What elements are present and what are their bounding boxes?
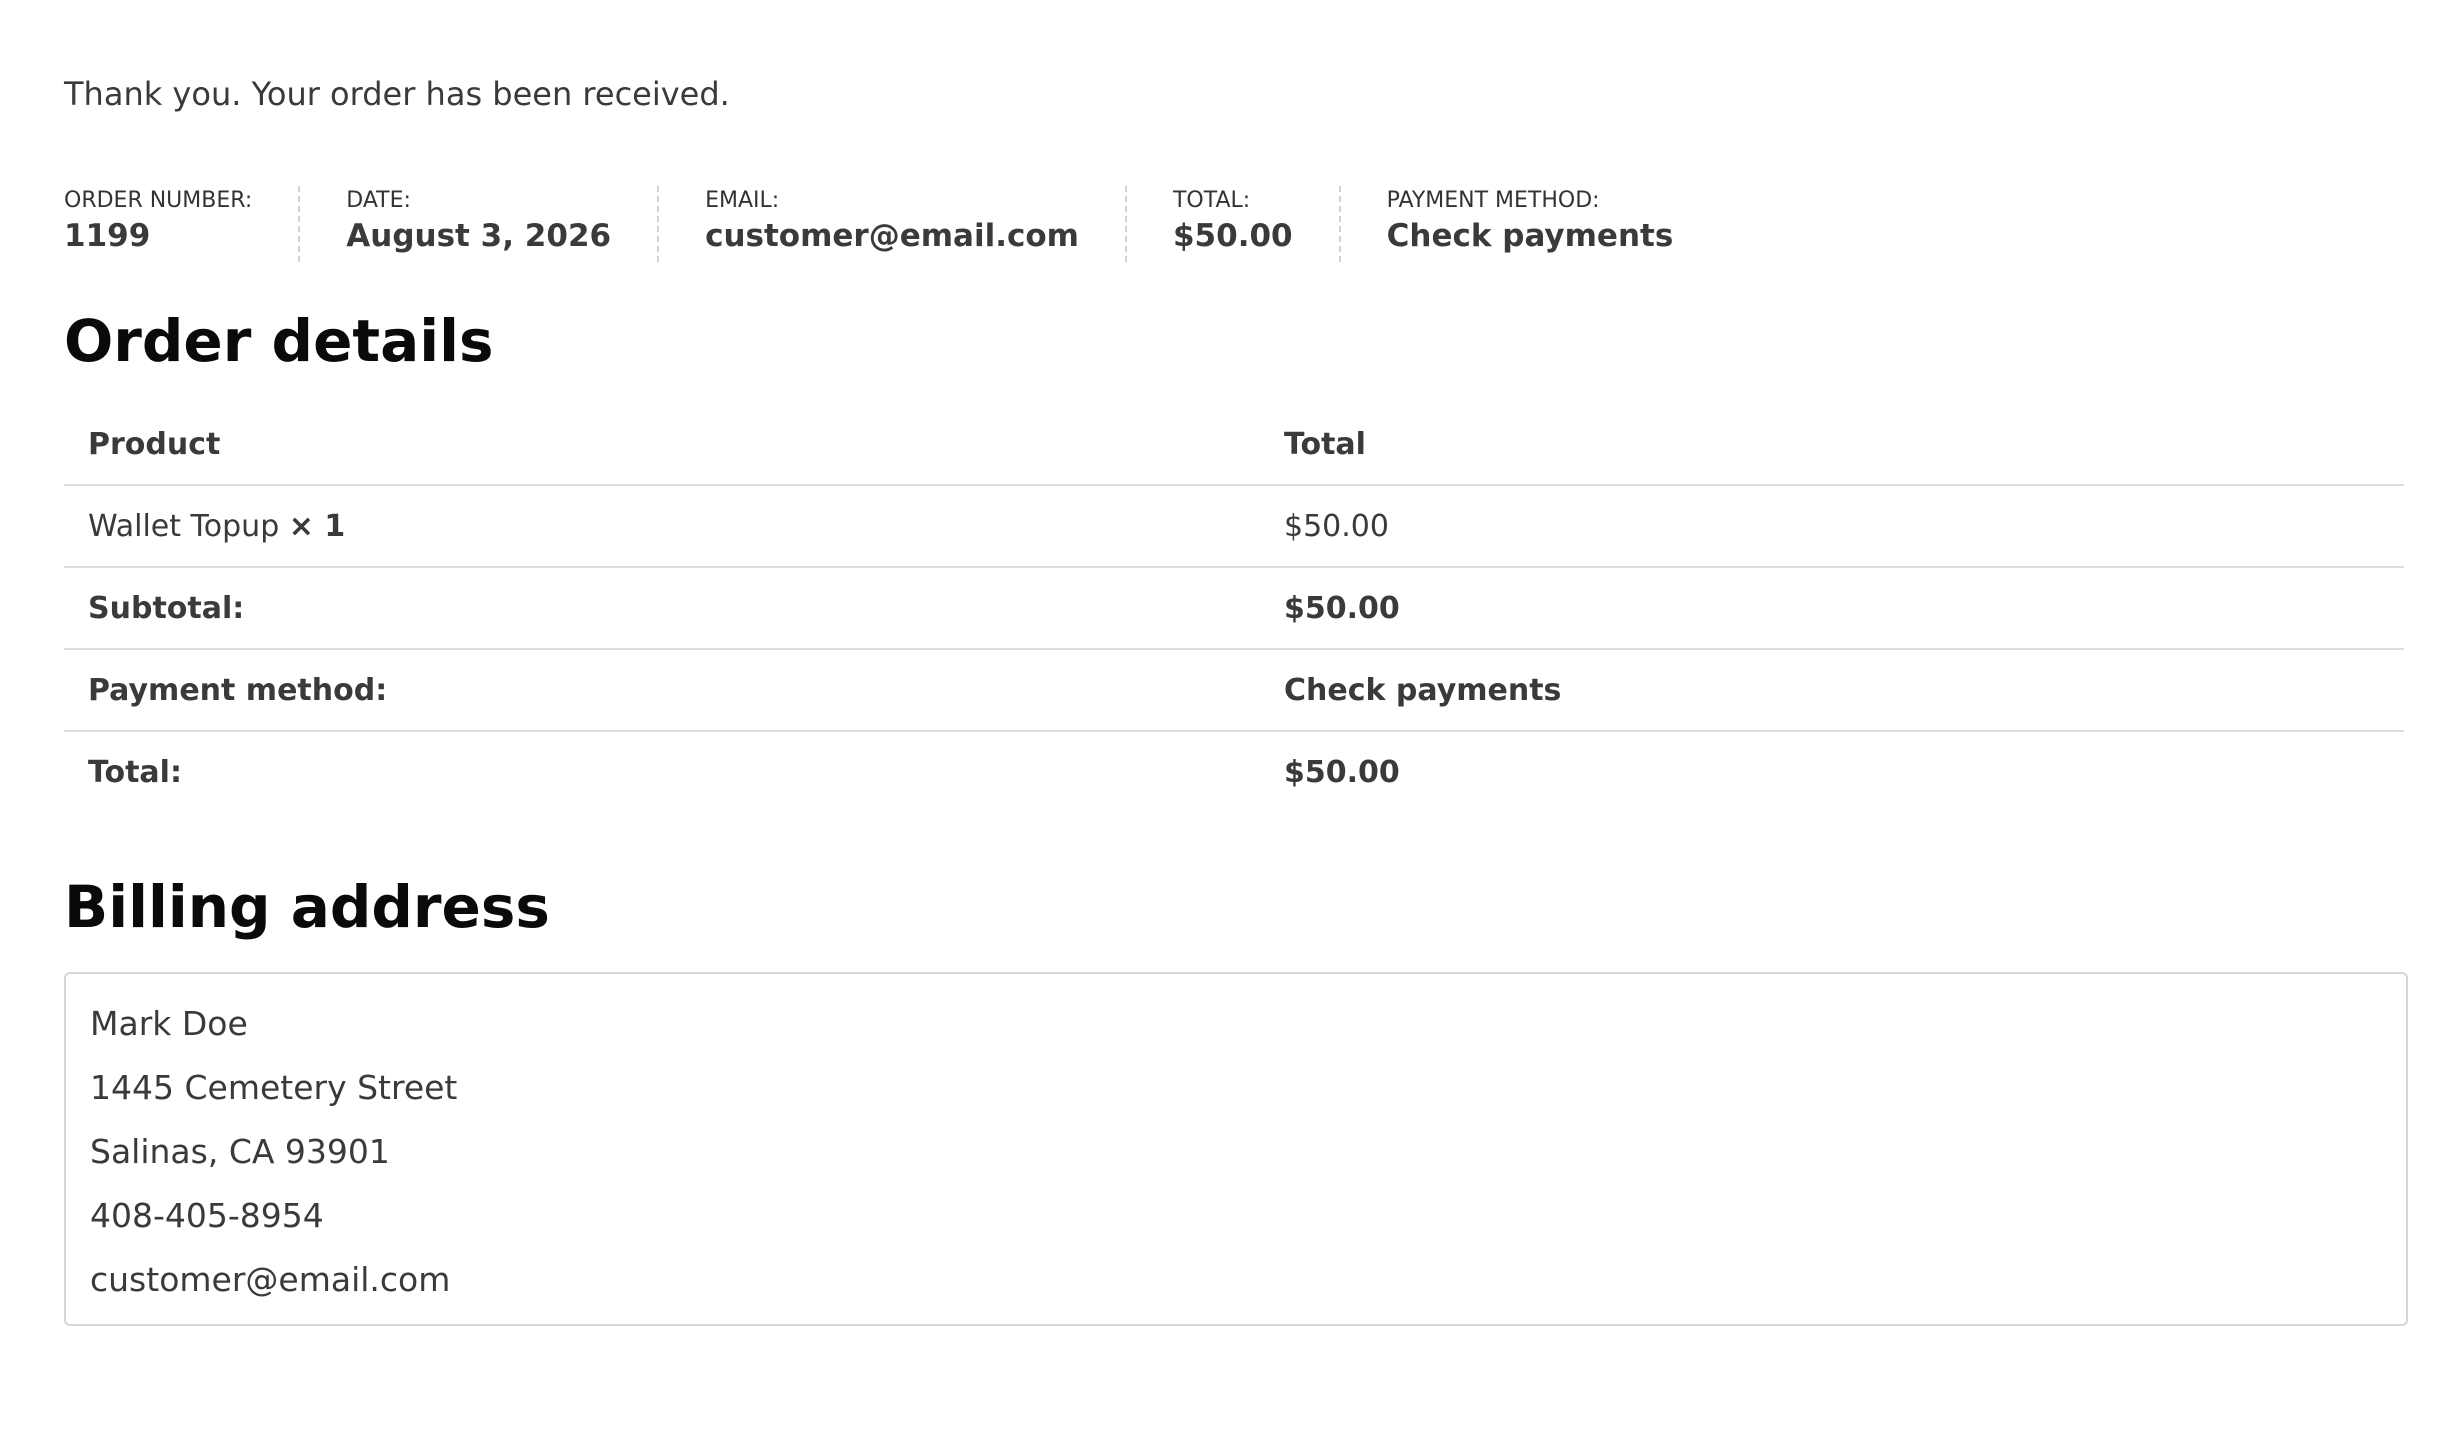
order-details-table: Product Total Wallet Topup × 1 $50.00 Su… bbox=[64, 404, 2404, 812]
subtotal-value: $50.00 bbox=[1260, 567, 2404, 650]
overview-total: TOTAL: $50.00 bbox=[1173, 186, 1341, 262]
overview-payment-method: PAYMENT METHOD: Check payments bbox=[1387, 186, 1674, 262]
totals-row-subtotal: Subtotal: $50.00 bbox=[64, 567, 2404, 650]
overview-date: DATE: August 3, 2026 bbox=[346, 186, 660, 262]
order-item-total: $50.00 bbox=[1260, 485, 2404, 568]
overview-email-value: customer@email.com bbox=[705, 218, 1079, 254]
order-table-header: Product Total bbox=[64, 404, 2404, 486]
billing-city-line: Salinas, CA 93901 bbox=[90, 1132, 390, 1171]
column-header-total: Total bbox=[1260, 404, 2404, 486]
overview-total-value: $50.00 bbox=[1172, 218, 1293, 254]
order-table-header-row: Product Total bbox=[64, 404, 2404, 486]
billing-address-heading: Billing address bbox=[64, 873, 550, 941]
billing-street: 1445 Cemetery Street bbox=[90, 1068, 458, 1107]
order-totals: Subtotal: $50.00 Payment method: Check p… bbox=[64, 567, 2404, 812]
overview-email: EMAIL: customer@email.com bbox=[705, 186, 1127, 262]
product-quantity: × 1 bbox=[288, 508, 346, 544]
overview-order-number-value: 1199 bbox=[64, 218, 151, 254]
order-received-notice: Thank you. Your order has been received. bbox=[64, 75, 730, 113]
overview-order-number: ORDER NUMBER: 1199 bbox=[64, 186, 301, 262]
column-header-product: Product bbox=[64, 404, 1260, 486]
overview-date-value: August 3, 2026 bbox=[346, 218, 612, 254]
overview-date-label: DATE: bbox=[346, 188, 411, 213]
order-item-product: Wallet Topup × 1 bbox=[64, 485, 1260, 568]
overview-email-label: EMAIL: bbox=[705, 188, 780, 213]
overview-total-label: TOTAL: bbox=[1172, 188, 1251, 213]
totals-row-payment-method: Payment method: Check payments bbox=[64, 649, 2404, 732]
order-overview: ORDER NUMBER: 1199 DATE: August 3, 2026 … bbox=[64, 186, 1673, 266]
payment-method-value: Check payments bbox=[1260, 649, 2404, 732]
order-item-row: Wallet Topup × 1 $50.00 bbox=[64, 485, 2404, 568]
subtotal-label: Subtotal: bbox=[64, 567, 1260, 650]
order-items: Wallet Topup × 1 $50.00 bbox=[64, 485, 2404, 568]
billing-name: Mark Doe bbox=[90, 1004, 248, 1043]
total-value: $50.00 bbox=[1284, 754, 1400, 790]
total-label: Total: bbox=[88, 754, 182, 790]
order-details-heading: Order details bbox=[64, 307, 494, 375]
overview-order-number-label: ORDER NUMBER: bbox=[64, 188, 253, 213]
payment-method-label: Payment method: bbox=[64, 649, 1260, 732]
product-name-link[interactable]: Wallet Topup bbox=[88, 509, 279, 544]
billing-phone: 408-405-8954 bbox=[90, 1196, 324, 1235]
totals-row-total: Total: $50.00 bbox=[64, 731, 2404, 812]
billing-email: customer@email.com bbox=[90, 1260, 451, 1299]
overview-payment-method-label: PAYMENT METHOD: bbox=[1386, 188, 1600, 213]
billing-address-box: Mark Doe 1445 Cemetery Street Salinas, C… bbox=[64, 972, 2408, 1326]
overview-payment-method-value: Check payments bbox=[1386, 218, 1674, 254]
